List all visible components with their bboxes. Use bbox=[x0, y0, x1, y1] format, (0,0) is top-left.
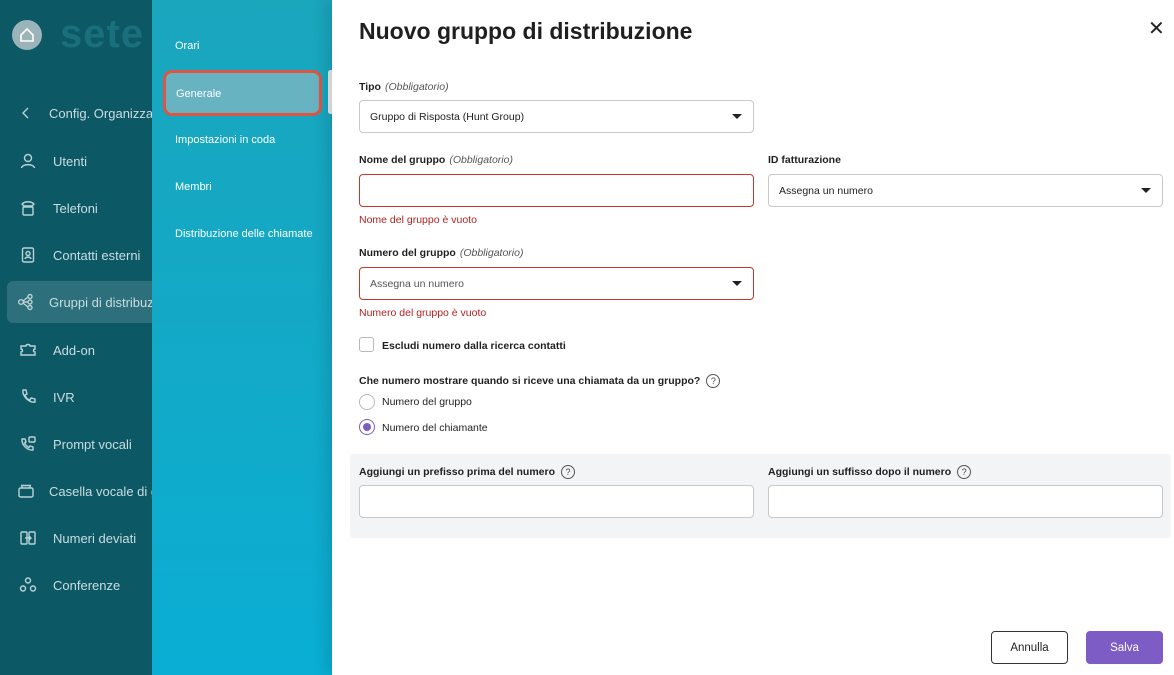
user-icon bbox=[17, 152, 39, 170]
sidebar-back-link[interactable]: Config. Organizzazione bbox=[7, 92, 167, 134]
phone-icon bbox=[17, 199, 39, 217]
sidebar-item-prompt-vocali[interactable]: Prompt vocali bbox=[7, 423, 167, 465]
nome-gruppo-label-text: Nome del gruppo bbox=[359, 154, 446, 166]
submenu-item-distribuzione-chiamate[interactable]: Distribuzione delle chiamate bbox=[175, 228, 313, 240]
sidebar-item-label: Conferenze bbox=[53, 577, 121, 593]
sidebar-item-add-on[interactable]: Add-on bbox=[7, 329, 167, 371]
caret-down-icon bbox=[732, 281, 742, 286]
cancel-button[interactable]: Annulla bbox=[991, 631, 1068, 664]
nome-gruppo-error: Nome del gruppo è vuoto bbox=[359, 214, 477, 226]
group-icon bbox=[17, 293, 35, 311]
prefisso-label: Aggiungi un prefisso prima del numero? bbox=[359, 465, 576, 479]
tipo-select-value: Gruppo di Risposta (Hunt Group) bbox=[370, 110, 525, 123]
main-sidebar: sete Config. Organizzazione Utenti Telef… bbox=[0, 0, 167, 675]
display-question-label: Che numero mostrare quando si riceve una… bbox=[359, 374, 721, 388]
help-icon[interactable]: ? bbox=[957, 465, 972, 479]
prompt-icon bbox=[17, 435, 39, 453]
sidebar-item-label: Numeri deviati bbox=[53, 530, 137, 546]
required-tag: (Obbligatorio) bbox=[459, 247, 524, 259]
numero-gruppo-label: Numero del gruppo (Obbligatorio) bbox=[359, 247, 523, 259]
tipo-label-text: Tipo bbox=[359, 81, 381, 93]
radio-numero-chiamante[interactable] bbox=[359, 419, 375, 435]
numero-gruppo-placeholder: Assegna un numero bbox=[370, 277, 464, 290]
prefisso-label-text: Aggiungi un prefisso prima del numero bbox=[359, 465, 556, 478]
display-question-text: Che numero mostrare quando si riceve una… bbox=[359, 374, 701, 387]
sidebar-item-utenti[interactable]: Utenti bbox=[7, 140, 167, 182]
create-group-drawer: Nuovo gruppo di distribuzione ✕ Tipo (Obb… bbox=[332, 0, 1174, 675]
close-icon[interactable]: ✕ bbox=[1148, 16, 1165, 41]
submenu-item-generale[interactable]: Generale bbox=[163, 70, 322, 116]
sidebar-item-gruppi-distribuzione[interactable]: Gruppi di distribuzione bbox=[7, 281, 167, 323]
conference-icon bbox=[17, 576, 39, 594]
numero-gruppo-label-text: Numero del gruppo bbox=[359, 247, 456, 259]
sidebar-item-label: Telefoni bbox=[53, 200, 98, 216]
sidebar-item-label: Gruppi di distribuzione bbox=[49, 294, 167, 310]
app-logo: sete bbox=[60, 12, 145, 56]
id-fatturazione-label: ID fatturazione bbox=[768, 154, 841, 166]
tipo-label: Tipo (Obbligatorio) bbox=[359, 81, 449, 93]
sidebar-item-label: IVR bbox=[53, 389, 75, 405]
chevron-left-icon bbox=[17, 104, 35, 122]
numero-gruppo-error: Numero del gruppo è vuoto bbox=[359, 307, 487, 319]
escludi-checkbox[interactable] bbox=[359, 337, 374, 352]
submenu-item-label: Generale bbox=[176, 88, 222, 100]
suffisso-input[interactable] bbox=[768, 485, 1163, 518]
submenu-item-membri[interactable]: Membri bbox=[175, 181, 212, 193]
voicemail-icon bbox=[17, 482, 35, 500]
sidebar-item-telefoni[interactable]: Telefoni bbox=[7, 187, 167, 229]
nome-gruppo-label: Nome del gruppo (Obbligatorio) bbox=[359, 154, 513, 166]
caret-down-icon bbox=[1141, 188, 1151, 193]
sidebar-item-casella-vocale[interactable]: Casella vocale di gruppo bbox=[7, 470, 167, 512]
sidebar-item-label: Utenti bbox=[53, 153, 87, 169]
radio-numero-chiamante-label: Numero del chiamante bbox=[382, 422, 488, 434]
addon-icon bbox=[17, 341, 39, 359]
ivr-icon bbox=[17, 388, 39, 406]
suffisso-label: Aggiungi un suffisso dopo il numero? bbox=[768, 465, 972, 479]
section-submenu: Orari Generale Impostazioni in coda Memb… bbox=[152, 0, 332, 675]
id-fatturazione-select[interactable]: Assegna un numero bbox=[768, 174, 1163, 207]
required-tag: (Obbligatorio) bbox=[449, 154, 513, 166]
sidebar-item-label: Prompt vocali bbox=[53, 436, 132, 452]
sidebar-item-label: Casella vocale di gruppo bbox=[49, 483, 167, 499]
caret-down-icon bbox=[732, 114, 742, 119]
help-icon[interactable]: ? bbox=[561, 465, 576, 479]
sidebar-item-label: Contatti esterni bbox=[53, 247, 141, 263]
sidebar-item-contatti-esterni[interactable]: Contatti esterni bbox=[7, 234, 167, 276]
save-button[interactable]: Salva bbox=[1086, 631, 1163, 664]
submenu-item-impostazioni-coda[interactable]: Impostazioni in coda bbox=[175, 134, 275, 146]
prefisso-input[interactable] bbox=[359, 485, 754, 518]
radio-numero-gruppo-label: Numero del gruppo bbox=[382, 396, 472, 408]
escludi-label: Escludi numero dalla ricerca contatti bbox=[382, 340, 566, 352]
tipo-select[interactable]: Gruppo di Risposta (Hunt Group) bbox=[359, 100, 754, 133]
forward-icon bbox=[17, 529, 39, 547]
contacts-icon bbox=[17, 246, 39, 264]
help-icon[interactable]: ? bbox=[706, 374, 721, 388]
sidebar-item-numeri-deviati[interactable]: Numeri deviati bbox=[7, 517, 167, 559]
sidebar-back-label: Config. Organizzazione bbox=[49, 105, 167, 121]
home-button[interactable] bbox=[12, 20, 42, 50]
sidebar-item-ivr[interactable]: IVR bbox=[7, 376, 167, 418]
home-icon bbox=[20, 27, 34, 42]
suffisso-label-text: Aggiungi un suffisso dopo il numero bbox=[768, 465, 952, 478]
radio-numero-gruppo[interactable] bbox=[359, 394, 375, 410]
nome-gruppo-input[interactable] bbox=[359, 174, 754, 207]
sidebar-item-conferenze[interactable]: Conferenze bbox=[7, 564, 167, 606]
id-fatturazione-value: Assegna un numero bbox=[779, 184, 873, 197]
required-tag: (Obbligatorio) bbox=[384, 81, 449, 93]
submenu-item-orari[interactable]: Orari bbox=[175, 40, 199, 52]
numero-gruppo-select[interactable]: Assegna un numero bbox=[359, 267, 754, 300]
sidebar-item-label: Add-on bbox=[53, 342, 95, 358]
drawer-title: Nuovo gruppo di distribuzione bbox=[359, 18, 693, 44]
